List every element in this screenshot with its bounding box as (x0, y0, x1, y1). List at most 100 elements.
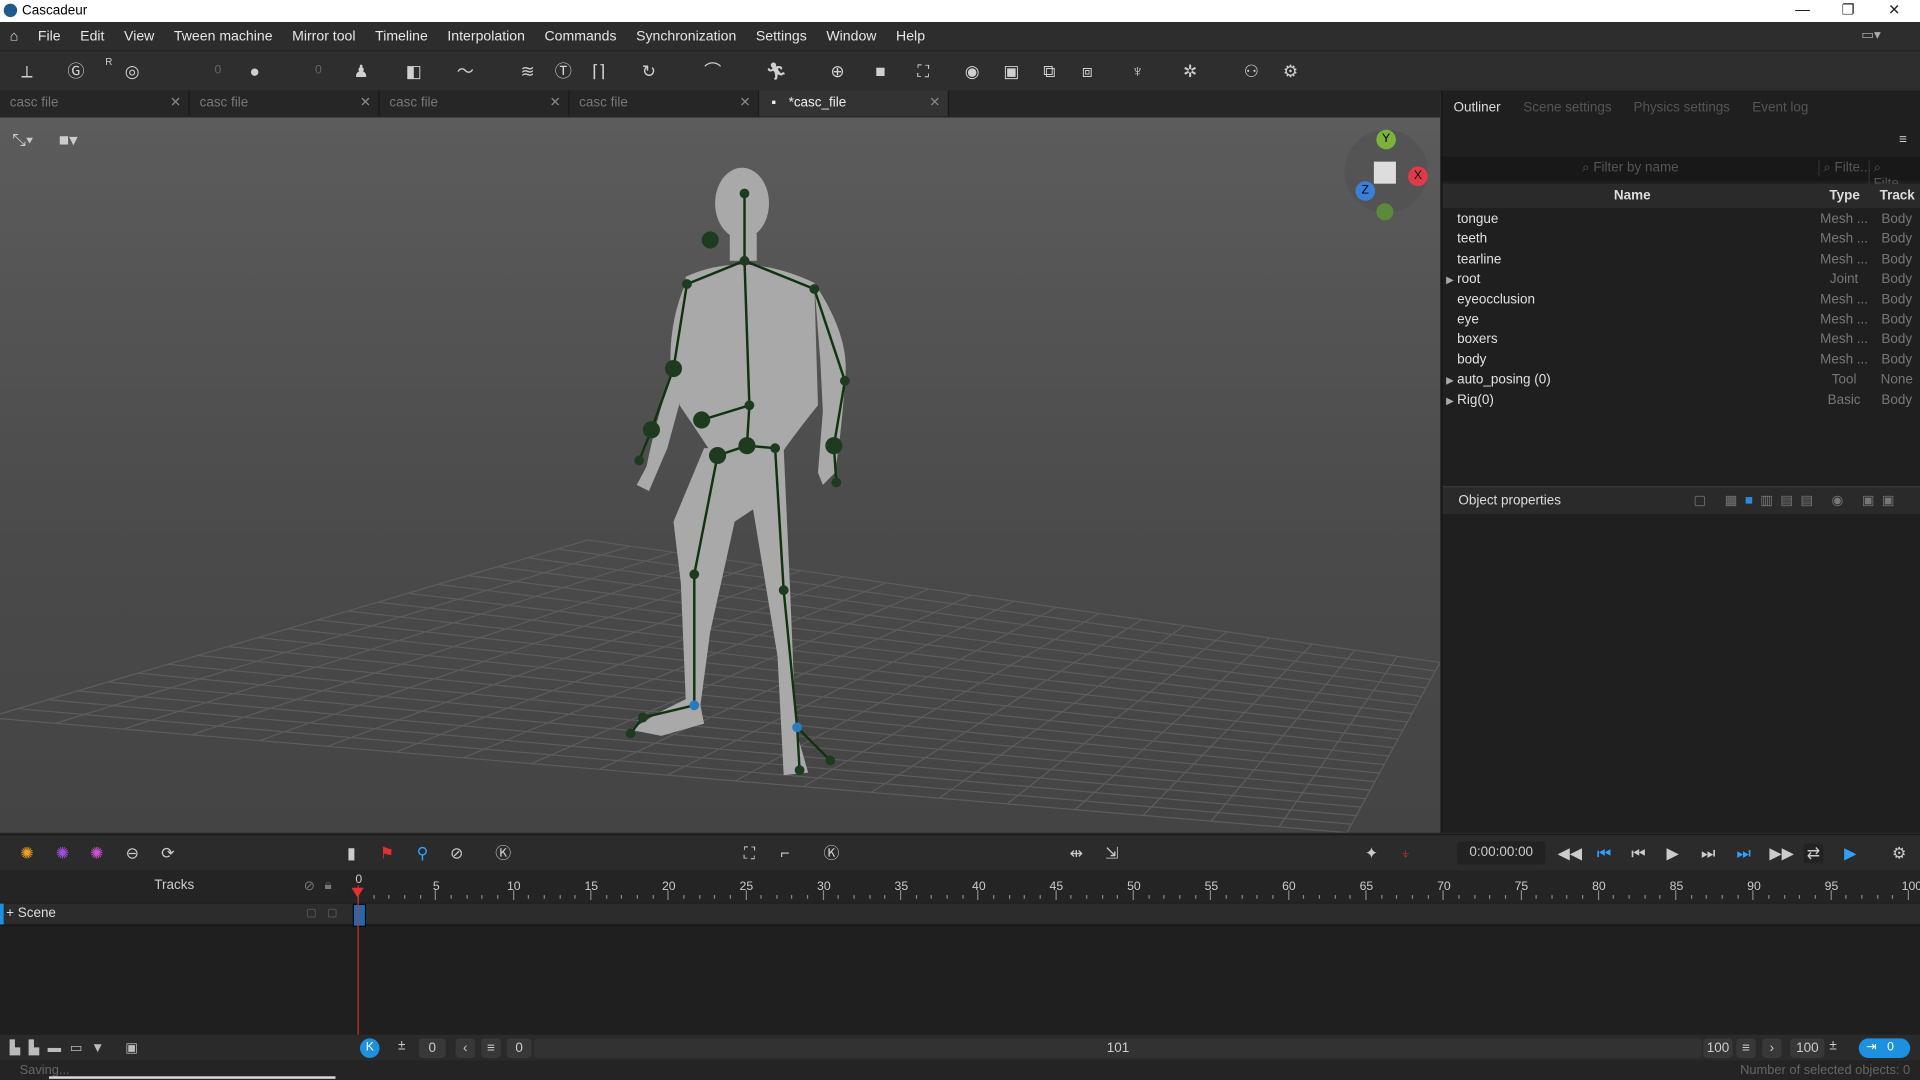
global-local-icon[interactable]: Ⓖ (66, 61, 86, 81)
end-frame-field[interactable]: 100 (1790, 1038, 1825, 1058)
close-tab-icon[interactable]: ✕ (929, 94, 940, 111)
spiral-icon[interactable]: ◉ (962, 61, 982, 81)
joint-controller[interactable] (625, 728, 636, 739)
last-key-icon[interactable]: ⏭ (1734, 844, 1754, 864)
copy-icon[interactable]: ⧉ (1040, 61, 1060, 81)
tab-casc-file-3[interactable]: casc file ✕ (380, 90, 570, 117)
steps-icon[interactable]: ⇲ (1102, 844, 1122, 864)
rig-icon[interactable]: ✲ (1180, 61, 1200, 81)
flag-icon[interactable]: ⚑ (377, 844, 397, 864)
gizmo-cube[interactable] (1373, 161, 1396, 184)
transform-mode-icon[interactable]: ⤡▾ (12, 130, 33, 151)
menu-icon[interactable]: ≡ (1899, 132, 1907, 147)
joint-controller[interactable] (809, 284, 820, 294)
pose-icon[interactable]: ⚇ (1242, 61, 1262, 81)
character-icon[interactable]: ♟ (351, 61, 371, 81)
outliner-row[interactable]: ▶ root Joint Body (1442, 272, 1920, 292)
outliner-row[interactable]: ▶ auto_posing (0) Tool None (1442, 372, 1920, 392)
menu-file[interactable]: File (28, 29, 70, 44)
range-start-field[interactable]: 0 (506, 1038, 532, 1058)
outliner-row[interactable]: ▶ Rig(0) Basic Body (1442, 393, 1920, 413)
menu-synchronization[interactable]: Synchronization (626, 29, 746, 44)
close-tab-icon[interactable]: ✕ (739, 94, 750, 111)
select-range-icon[interactable]: ⛶ (740, 844, 760, 864)
menu-interpolation[interactable]: Interpolation (438, 29, 535, 44)
track-action-icons[interactable]: ▙▙▬▭▼ ▣ (10, 1040, 147, 1056)
joint-controller[interactable] (739, 255, 750, 266)
fast-forward-icon[interactable]: ▶▶ (1769, 844, 1793, 864)
tab-casc-file-4[interactable]: casc file ✕ (569, 90, 760, 117)
joint-controller[interactable] (689, 700, 700, 711)
joint-controller[interactable] (738, 437, 756, 455)
scene-track[interactable]: + Scene ▢ ▢ (0, 903, 1920, 927)
close-tab-icon[interactable]: ✕ (550, 94, 561, 111)
play-icon[interactable]: ▶ (1663, 844, 1683, 864)
current-frame-cell[interactable] (352, 903, 367, 927)
range-end-field[interactable]: 100 (1703, 1038, 1733, 1058)
menu-mirror-tool[interactable]: Mirror tool (282, 29, 365, 44)
menu-view[interactable]: View (114, 29, 164, 44)
joint-controller[interactable] (701, 231, 719, 249)
joint-controller[interactable] (770, 443, 781, 454)
joint-controller[interactable] (739, 188, 750, 199)
property-filter-icons[interactable]: ▢ ▦■▥▤▤ ◉ ▣▣ (1693, 492, 1901, 508)
menu-edit[interactable]: Edit (70, 29, 114, 44)
gizmo-neg-y[interactable] (1376, 203, 1394, 221)
joint-controller[interactable] (778, 585, 789, 596)
shape-icon[interactable]: ◧ (404, 61, 424, 81)
timeline-ruler[interactable]: 0 5 10 15 20 25 30 35 40 45 50 55 60 65 70 75 80 85 90 95 10… (348, 870, 1920, 903)
loop-icon[interactable]: ⟳ (158, 844, 178, 864)
orientation-gizmo[interactable]: Y X Z (1344, 129, 1428, 221)
outliner-row[interactable]: boxers Mesh ... Body (1442, 332, 1920, 352)
fit-view-icon[interactable]: ⛶ (913, 61, 933, 81)
frame-icon[interactable]: ▣ (1002, 61, 1022, 81)
field-b[interactable]: 0 (309, 61, 329, 81)
close-button[interactable]: ✕ (1888, 1, 1900, 18)
outliner-row[interactable]: tearline Mesh ... Body (1442, 252, 1920, 272)
column-track[interactable]: Track (1880, 189, 1915, 204)
scene-visibility-checkbox[interactable]: ▢ (306, 906, 316, 919)
next-range-button[interactable]: › (1762, 1038, 1782, 1058)
paste-icon[interactable]: ⧈ (1078, 61, 1098, 81)
joint-controller[interactable] (825, 437, 843, 455)
playhead-handle[interactable] (351, 887, 364, 898)
joint-controller[interactable] (794, 765, 805, 776)
layout-icon[interactable]: ▭▾ (1861, 27, 1880, 43)
bracket-icon[interactable]: ⌈⌉ (589, 61, 609, 81)
filter-name-input[interactable]: ⌕ Filter by name (1582, 160, 1679, 176)
menu-tween-machine[interactable]: Tween machine (164, 29, 282, 44)
keyframe-purple-icon[interactable]: ✺ (53, 844, 73, 864)
disable-icon[interactable]: ⊘ (447, 844, 467, 864)
expand-arrow-icon[interactable]: ▶ (1446, 395, 1454, 406)
menu-help[interactable]: Help (886, 29, 935, 44)
field-a[interactable]: 0 (208, 61, 228, 81)
menu-commands[interactable]: Commands (535, 29, 627, 44)
keyframe-pink-icon[interactable]: ✺ (87, 844, 107, 864)
prev-range-button[interactable]: ‹ (455, 1038, 476, 1058)
gizmo-z-axis[interactable]: Z (1355, 181, 1376, 201)
joint-controller[interactable] (642, 421, 661, 439)
joint-controller[interactable] (682, 279, 692, 289)
gizmo-x-axis[interactable]: X (1408, 166, 1428, 187)
joint-controller[interactable] (831, 477, 842, 488)
joint-controller[interactable] (689, 569, 700, 580)
key-icon[interactable]: ⚲ (413, 844, 433, 864)
outliner-row[interactable]: eye Mesh ... Body (1442, 312, 1920, 332)
menu-window[interactable]: Window (817, 29, 887, 44)
maximize-button[interactable]: ❐ (1842, 1, 1855, 18)
ik-icon[interactable]: Ⓚ (493, 844, 513, 864)
3d-viewport[interactable]: ⤡▾ ■▾ Y X Z (0, 117, 1441, 833)
start-stepper-icon[interactable]: ± (398, 1038, 405, 1053)
fit-timeline-icon[interactable]: ⇹ (1067, 844, 1087, 864)
keyframe-orange-icon[interactable]: ✺ (17, 844, 37, 864)
marker-icon[interactable]: ⍖ (1396, 844, 1416, 864)
range-menu-icon[interactable]: ≡ (481, 1038, 501, 1058)
curve-mode-icon[interactable]: ⌐ (775, 844, 795, 864)
mirror-icon[interactable]: ♆ (1128, 61, 1148, 81)
next-frame-icon[interactable]: ⏭ (1698, 844, 1718, 864)
end-stepper-icon[interactable]: ± (1829, 1038, 1836, 1053)
key-counter-toggle[interactable]: ⇥ 0 (1858, 1038, 1911, 1058)
scene-lock-checkbox[interactable]: ▢ (327, 906, 337, 919)
expand-arrow-icon[interactable]: ▶ (1446, 375, 1454, 386)
range-slider[interactable]: 101 (533, 1038, 1703, 1058)
